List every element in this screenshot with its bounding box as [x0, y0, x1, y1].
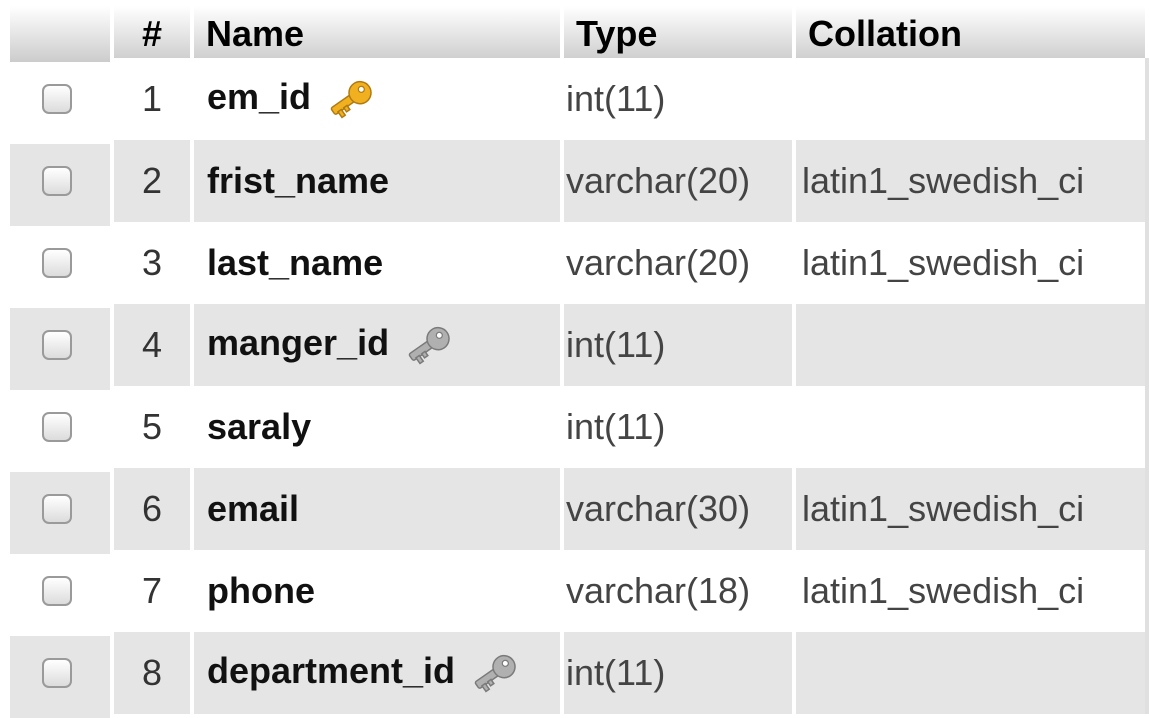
column-type: varchar(30)	[564, 468, 796, 550]
table-body: 1 em_id int(11) 2 frist_name varchar(20)…	[10, 58, 1149, 718]
row-name-cell: email	[194, 468, 564, 550]
column-collation: latin1_swedish_ci	[796, 550, 1149, 632]
row-name-cell: department_id	[194, 632, 564, 714]
row-name-cell: last_name	[194, 222, 564, 304]
row-checkbox[interactable]	[42, 330, 72, 361]
row-number: 3	[114, 222, 194, 304]
column-collation	[796, 304, 1149, 386]
table-row: 3 last_name varchar(20) latin1_swedish_c…	[10, 222, 1149, 308]
column-name[interactable]: email	[207, 488, 299, 529]
row-number: 7	[114, 550, 194, 632]
column-name[interactable]: last_name	[207, 242, 383, 283]
header-row: # Name Type Collation	[10, 6, 1149, 62]
column-name[interactable]: manger_id	[207, 322, 389, 363]
column-type: varchar(20)	[564, 222, 796, 304]
table-row: 4 manger_id int(11)	[10, 304, 1149, 390]
column-collation: latin1_swedish_ci	[796, 222, 1149, 304]
row-name-cell: frist_name	[194, 140, 564, 222]
column-collation	[796, 58, 1149, 140]
row-checkbox[interactable]	[42, 248, 72, 279]
table-row: 2 frist_name varchar(20) latin1_swedish_…	[10, 140, 1149, 226]
column-collation: latin1_swedish_ci	[796, 468, 1149, 550]
key-gray-icon	[474, 655, 516, 693]
table-row: 1 em_id int(11)	[10, 58, 1149, 144]
key-gray-icon	[408, 327, 450, 365]
column-type: int(11)	[564, 58, 796, 140]
header-name[interactable]: Name	[194, 6, 564, 62]
column-type: varchar(20)	[564, 140, 796, 222]
row-name-cell: manger_id	[194, 304, 564, 386]
row-checkbox[interactable]	[42, 412, 72, 443]
structure-table-wrapper: # Name Type Collation 1 em_id int(11) 2 …	[10, 6, 1149, 718]
row-checkbox-cell	[10, 554, 114, 636]
row-checkbox-cell	[10, 472, 114, 554]
column-collation	[796, 386, 1149, 468]
row-number: 6	[114, 468, 194, 550]
row-name-cell: phone	[194, 550, 564, 632]
row-checkbox[interactable]	[42, 84, 72, 115]
column-type: int(11)	[564, 632, 796, 714]
column-type: int(11)	[564, 386, 796, 468]
column-name[interactable]: em_id	[207, 76, 311, 117]
table-row: 8 department_id int(11)	[10, 632, 1149, 718]
key-gold-icon	[330, 81, 372, 119]
row-number: 5	[114, 386, 194, 468]
table-row: 5 saraly int(11)	[10, 386, 1149, 472]
row-name-cell: saraly	[194, 386, 564, 468]
row-checkbox-cell	[10, 636, 114, 718]
row-number: 1	[114, 58, 194, 140]
table-row: 7 phone varchar(18) latin1_swedish_ci	[10, 550, 1149, 636]
row-checkbox[interactable]	[42, 166, 72, 197]
column-name[interactable]: saraly	[207, 406, 311, 447]
row-number: 4	[114, 304, 194, 386]
row-checkbox[interactable]	[42, 576, 72, 607]
row-checkbox[interactable]	[42, 658, 72, 689]
row-checkbox-cell	[10, 226, 114, 308]
row-checkbox-cell	[10, 62, 114, 144]
table-row: 6 email varchar(30) latin1_swedish_ci	[10, 468, 1149, 554]
column-collation: latin1_swedish_ci	[796, 140, 1149, 222]
column-name[interactable]: frist_name	[207, 160, 389, 201]
row-name-cell: em_id	[194, 58, 564, 140]
column-type: varchar(18)	[564, 550, 796, 632]
row-number: 8	[114, 632, 194, 714]
row-checkbox-cell	[10, 308, 114, 390]
column-name[interactable]: phone	[207, 570, 315, 611]
column-type: int(11)	[564, 304, 796, 386]
header-checkbox-col	[10, 6, 114, 62]
row-checkbox-cell	[10, 144, 114, 226]
row-checkbox[interactable]	[42, 494, 72, 525]
row-checkbox-cell	[10, 390, 114, 472]
column-name[interactable]: department_id	[207, 650, 455, 691]
header-num[interactable]: #	[114, 6, 194, 62]
header-collation[interactable]: Collation	[796, 6, 1149, 62]
header-type[interactable]: Type	[564, 6, 796, 62]
column-collation	[796, 632, 1149, 714]
structure-table: # Name Type Collation 1 em_id int(11) 2 …	[10, 6, 1149, 718]
row-number: 2	[114, 140, 194, 222]
